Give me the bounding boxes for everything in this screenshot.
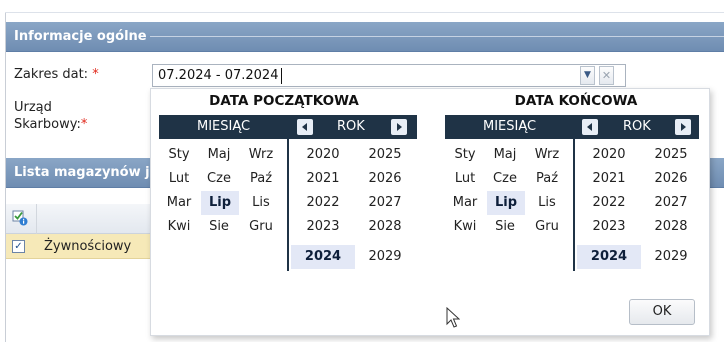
year-cell-selected[interactable]: 2024 <box>291 245 355 269</box>
month-cell-selected[interactable]: Lip <box>201 191 239 215</box>
month-cell[interactable]: Sty <box>161 143 197 167</box>
year-cell[interactable]: 2020 <box>577 143 641 167</box>
start-date-title: DATA POCZĄTKOWA <box>209 93 359 109</box>
month-cell[interactable]: Sie <box>201 215 237 239</box>
year-cell[interactable]: 2027 <box>355 191 415 215</box>
section-title: Lista magazynów je <box>14 165 159 180</box>
section-header-general: Informacje ogólne <box>6 22 724 52</box>
end-divider <box>573 115 575 271</box>
dropdown-button[interactable]: ▼ <box>580 66 595 85</box>
month-header: MIESIĄC <box>197 119 251 134</box>
year-cell[interactable]: 2026 <box>355 167 415 191</box>
month-cell[interactable]: Lut <box>447 167 483 191</box>
year-cell[interactable]: 2022 <box>291 191 355 215</box>
required-mark: * <box>92 67 99 82</box>
ok-button[interactable]: OK <box>629 299 695 325</box>
month-cell[interactable]: Lut <box>161 167 197 191</box>
month-cell[interactable]: Paź <box>243 167 279 191</box>
end-header-bar: MIESIĄC ROK <box>445 115 699 139</box>
year-cell[interactable]: 2029 <box>641 245 701 269</box>
section-line <box>150 36 724 37</box>
year-cell[interactable]: 2027 <box>641 191 701 215</box>
chevron-left-icon[interactable] <box>297 119 313 135</box>
year-cell[interactable]: 2021 <box>577 167 641 191</box>
top-border <box>5 12 724 13</box>
text-caret <box>281 68 282 84</box>
chevron-right-icon[interactable] <box>391 119 407 135</box>
year-header: ROK <box>623 119 651 134</box>
year-cell-selected[interactable]: 2024 <box>577 245 641 269</box>
start-divider <box>287 115 289 271</box>
month-cell-selected[interactable]: Lip <box>487 191 525 215</box>
year-cell[interactable]: 2020 <box>291 143 355 167</box>
row-checkbox[interactable]: ✓ <box>12 240 25 253</box>
month-cell[interactable]: Gru <box>243 215 279 239</box>
date-range-picker: DATA POCZĄTKOWA MIESIĄC ROK Sty Maj Wrz … <box>150 88 710 336</box>
chevron-right-icon[interactable] <box>675 119 691 135</box>
close-icon: ✕ <box>601 69 612 82</box>
month-cell[interactable]: Mar <box>447 191 483 215</box>
month-cell[interactable]: Lis <box>529 191 565 215</box>
month-cell[interactable]: Paź <box>529 167 565 191</box>
month-cell[interactable]: Kwi <box>447 215 483 239</box>
month-cell[interactable]: Sie <box>487 215 523 239</box>
month-cell[interactable]: Maj <box>201 143 237 167</box>
chevron-left-icon[interactable] <box>582 119 598 135</box>
tax-office-label: Urząd Skarbowy:* <box>14 100 88 132</box>
month-cell[interactable]: Maj <box>487 143 523 167</box>
month-cell[interactable]: Mar <box>161 191 197 215</box>
year-cell[interactable]: 2025 <box>641 143 701 167</box>
year-cell[interactable]: 2022 <box>577 191 641 215</box>
year-cell[interactable]: 2025 <box>355 143 415 167</box>
check-info-icon[interactable] <box>12 210 28 226</box>
end-date-title: DATA KOŃCOWA <box>514 93 638 109</box>
month-cell[interactable]: Wrz <box>529 143 565 167</box>
year-cell[interactable]: 2023 <box>291 215 355 239</box>
clear-button[interactable]: ✕ <box>599 66 614 85</box>
year-cell[interactable]: 2023 <box>577 215 641 239</box>
warehouse-name: Żywnościowy <box>44 239 132 254</box>
date-range-input[interactable]: 07.2024 - 07.2024 <box>152 64 626 87</box>
month-cell[interactable]: Gru <box>529 215 565 239</box>
year-cell[interactable]: 2028 <box>641 215 701 239</box>
year-cell[interactable]: 2026 <box>641 167 701 191</box>
month-cell[interactable]: Sty <box>447 143 483 167</box>
mouse-pointer-icon <box>446 307 460 328</box>
month-cell[interactable]: Cze <box>201 167 237 191</box>
month-cell[interactable]: Kwi <box>161 215 197 239</box>
year-cell[interactable]: 2029 <box>355 245 415 269</box>
section-title: Informacje ogólne <box>14 29 147 44</box>
month-cell[interactable]: Wrz <box>243 143 279 167</box>
year-cell[interactable]: 2028 <box>355 215 415 239</box>
date-range-label: Zakres dat: * <box>14 67 99 82</box>
year-header: ROK <box>337 119 365 134</box>
date-range-value: 07.2024 - 07.2024 <box>158 68 279 83</box>
chevron-down-icon: ▼ <box>584 70 591 80</box>
month-cell[interactable]: Cze <box>487 167 523 191</box>
month-cell[interactable]: Lis <box>243 191 279 215</box>
year-cell[interactable]: 2021 <box>291 167 355 191</box>
required-mark: * <box>80 117 88 132</box>
month-header: MIESIĄC <box>483 119 537 134</box>
